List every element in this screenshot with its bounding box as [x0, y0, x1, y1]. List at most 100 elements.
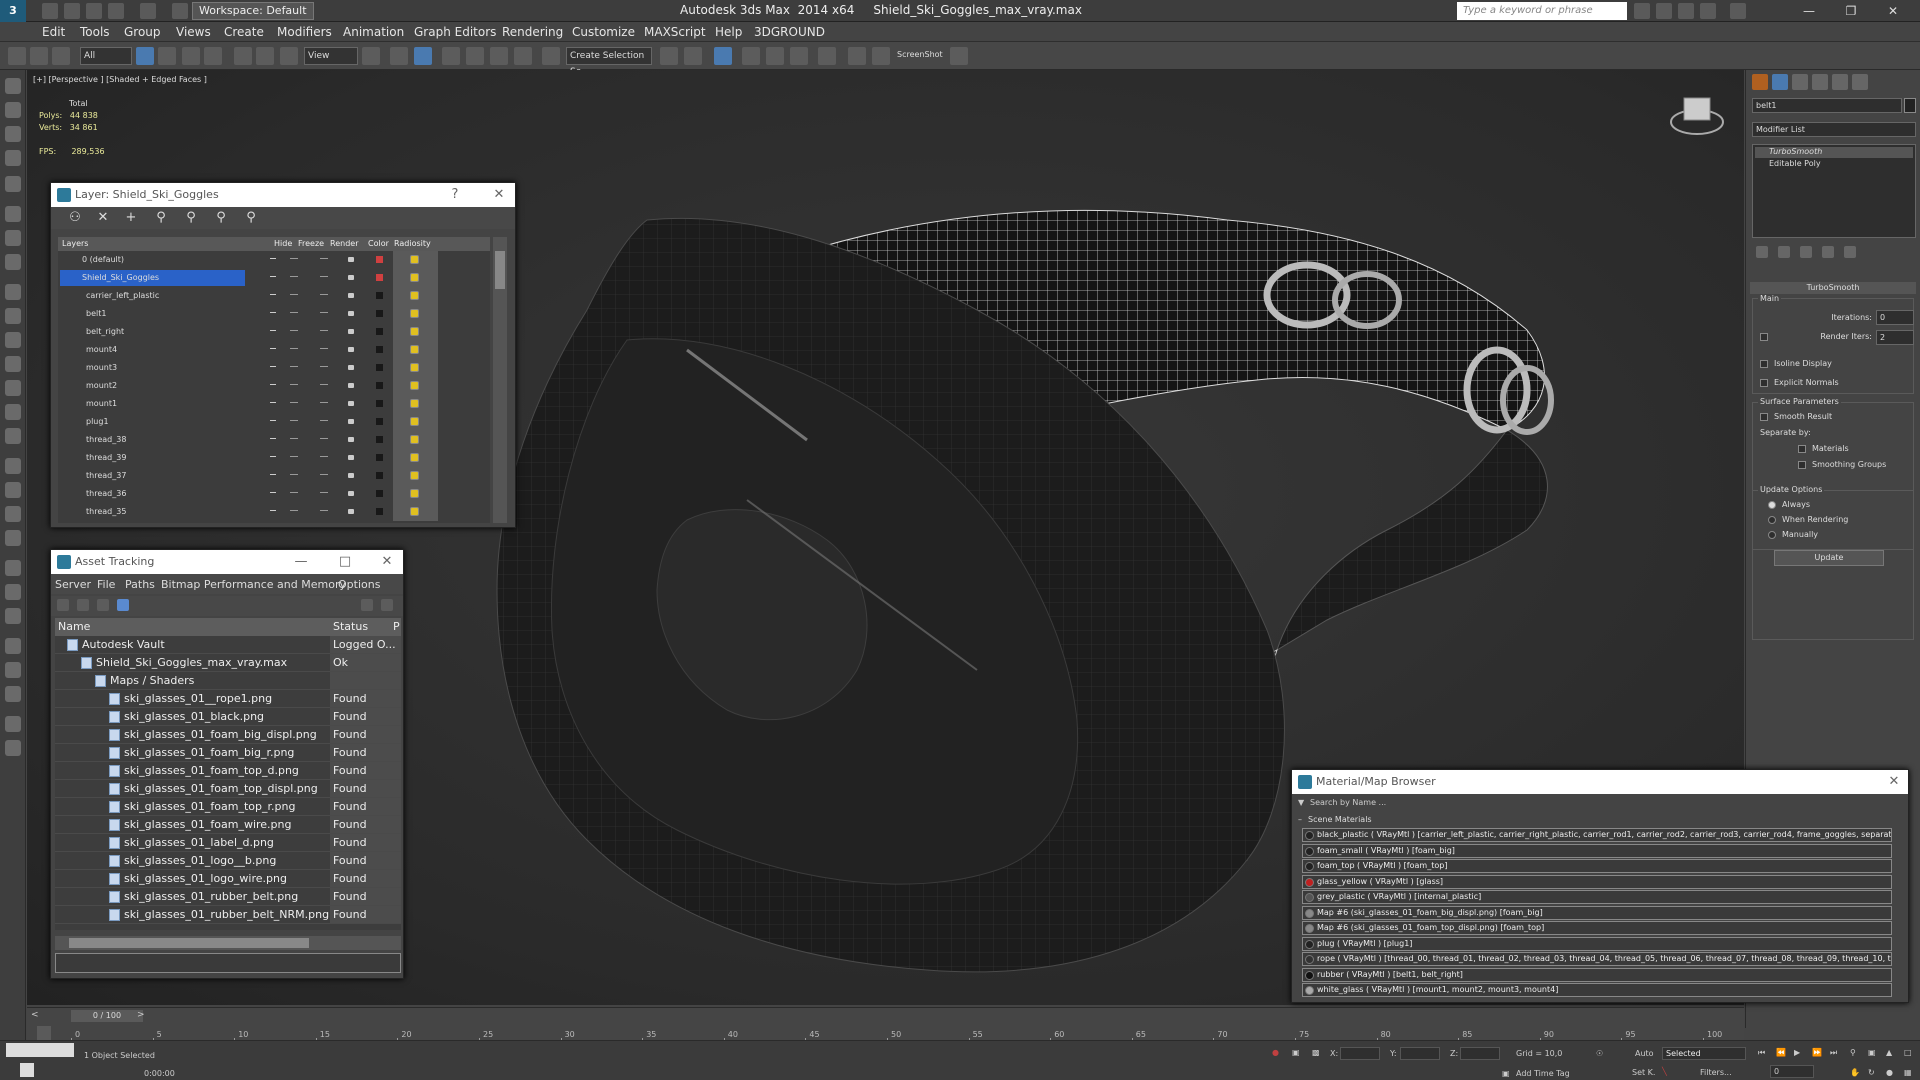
layer-color-swatch[interactable]	[376, 328, 383, 335]
render-teapot-icon[interactable]	[348, 473, 354, 478]
key-filters-button[interactable]: Filters...	[1700, 1068, 1732, 1077]
radiosity-icon[interactable]	[410, 273, 419, 282]
layer-color-swatch[interactable]	[376, 418, 383, 425]
asset-row[interactable]: ski_glasses_01_foam_big_displ.png Found	[55, 726, 401, 744]
menu-views[interactable]: Views	[176, 25, 211, 39]
material-row[interactable]: rubber ( VRayMtl ) [belt1, belt_right]	[1302, 967, 1892, 982]
set-key-button[interactable]: Set K.	[1632, 1068, 1655, 1077]
freeze-toggle[interactable]	[320, 420, 328, 421]
select-in-layer-icon[interactable]: ⚲	[153, 210, 169, 226]
reactor-icon[interactable]	[5, 608, 21, 624]
render-teapot-icon[interactable]	[348, 491, 354, 496]
asset-col-status[interactable]: Status	[333, 620, 368, 633]
material-row[interactable]: rope ( VRayMtl ) [thread_00, thread_01, …	[1302, 952, 1892, 966]
render-teapot-icon[interactable]	[348, 311, 354, 316]
hide-toggle[interactable]	[290, 492, 298, 493]
layer-row[interactable]: carrier_left_plastic	[58, 287, 490, 305]
material-row[interactable]: foam_top ( VRayMtl ) [foam_top]	[1302, 859, 1892, 873]
col-hide[interactable]: Hide	[274, 239, 292, 248]
layer-row[interactable]: mount4	[58, 341, 490, 359]
freeze-toggle[interactable]	[320, 330, 328, 331]
layer-color-swatch[interactable]	[376, 472, 383, 479]
info-icon[interactable]	[5, 740, 21, 756]
layer-color-swatch[interactable]	[376, 256, 383, 263]
rendered-frame-icon[interactable]	[872, 47, 890, 65]
maxscript-listener[interactable]	[6, 1043, 74, 1057]
current-frame-field[interactable]: 0	[1770, 1065, 1814, 1078]
asset-col-name[interactable]: Name	[58, 620, 90, 633]
col-freeze[interactable]: Freeze	[298, 239, 324, 248]
zoom-extents-icon[interactable]: ▣	[1868, 1048, 1876, 1057]
hide-toggle[interactable]	[290, 474, 298, 475]
layer-manager-icon[interactable]	[714, 47, 732, 65]
current-layer-marker[interactable]	[270, 330, 276, 331]
window-crossing-icon[interactable]	[204, 47, 222, 65]
menu-help[interactable]: Help	[715, 25, 742, 39]
snaps-toggle-icon[interactable]	[442, 47, 460, 65]
render-teapot-icon[interactable]	[348, 257, 354, 262]
spinner-snap-icon[interactable]	[514, 47, 532, 65]
menu-customize[interactable]: Customize	[572, 25, 635, 39]
create-layer-icon[interactable]: ⚇	[67, 210, 83, 226]
menu-graph-editors[interactable]: Graph Editors	[414, 25, 496, 39]
freeze-toggle[interactable]	[320, 402, 328, 403]
save-icon[interactable]	[86, 3, 102, 19]
asset-row[interactable]: ski_glasses_01_logo_wire.png Found	[55, 870, 401, 888]
sphere-primitive-icon[interactable]	[5, 308, 21, 324]
material-row[interactable]: grey_plastic ( VRayMtl ) [internal_plast…	[1302, 890, 1892, 904]
isolate-icon[interactable]: ●	[1272, 1048, 1279, 1057]
layer-color-swatch[interactable]	[376, 382, 383, 389]
display-tab-icon[interactable]	[1832, 74, 1848, 90]
col-color[interactable]: Color	[368, 239, 389, 248]
current-layer-marker[interactable]	[270, 276, 276, 277]
render-teapot-icon[interactable]	[950, 47, 968, 65]
scale-icon[interactable]	[280, 47, 298, 65]
hide-toggle[interactable]	[290, 402, 298, 403]
current-layer-marker[interactable]	[270, 258, 276, 259]
curve-editor-icon[interactable]	[766, 47, 784, 65]
render-teapot-icon[interactable]	[348, 401, 354, 406]
materials-checkbox[interactable]	[1798, 445, 1806, 453]
unlink-icon[interactable]	[30, 47, 48, 65]
configure-modifier-sets-icon[interactable]	[1844, 246, 1856, 258]
radiosity-icon[interactable]	[410, 453, 419, 462]
asset-menu-server[interactable]: Server	[55, 578, 91, 591]
asset-row[interactable]: Shield_Ski_Goggles_max_vray.max Ok	[55, 654, 401, 672]
menu-animation[interactable]: Animation	[343, 25, 404, 39]
freeze-toggle[interactable]	[320, 510, 328, 511]
y-coordinate-field[interactable]	[1400, 1047, 1440, 1060]
asset-dialog-titlebar[interactable]: Asset Tracking — □ ✕	[51, 550, 403, 574]
layer-row[interactable]: belt1	[58, 305, 490, 323]
key-filter-dropdown[interactable]: Selected	[1662, 1047, 1746, 1060]
asset-row[interactable]: ski_glasses_01_foam_top_d.png Found	[55, 762, 401, 780]
layer-scrollbar[interactable]	[493, 237, 507, 523]
freeze-toggle[interactable]	[320, 276, 328, 277]
mat-browser-titlebar[interactable]: Material/Map Browser ✕	[1292, 770, 1908, 794]
hide-toggle[interactable]	[290, 258, 298, 259]
help-icon[interactable]	[1730, 3, 1746, 19]
render-teapot-icon[interactable]	[348, 455, 354, 460]
motion-tab-icon[interactable]	[1812, 74, 1828, 90]
col-layers[interactable]: Layers	[62, 239, 88, 248]
layer-color-swatch[interactable]	[376, 292, 383, 299]
radiosity-icon[interactable]	[410, 471, 419, 480]
current-layer-marker[interactable]	[270, 312, 276, 313]
render-iters-spinner[interactable]: 2	[1876, 330, 1914, 345]
render-iters-checkbox[interactable]	[1760, 333, 1768, 341]
menu-tools[interactable]: Tools	[80, 25, 110, 39]
smooth-result-checkbox[interactable]	[1760, 413, 1768, 421]
set-key-icon[interactable]: ╲	[1662, 1067, 1667, 1076]
cylinder-primitive-icon[interactable]	[5, 332, 21, 348]
layer-help-button[interactable]: ?	[443, 183, 467, 207]
current-layer-marker[interactable]	[270, 474, 276, 475]
manually-radio[interactable]	[1768, 531, 1776, 539]
layer-scroll-thumb[interactable]	[495, 251, 505, 289]
layer-close-button[interactable]: ✕	[487, 183, 511, 207]
hierarchy-tab-icon[interactable]	[1792, 74, 1808, 90]
create-tab-icon[interactable]	[1752, 74, 1768, 90]
hide-all-layers-icon[interactable]: ⚲	[213, 210, 229, 226]
asset-row[interactable]: ski_glasses_01_foam_top_displ.png Found	[55, 780, 401, 798]
render-teapot-icon[interactable]	[348, 383, 354, 388]
menu-maxscript[interactable]: MAXScript	[644, 25, 706, 39]
scene-explorer-icon[interactable]	[5, 78, 21, 94]
